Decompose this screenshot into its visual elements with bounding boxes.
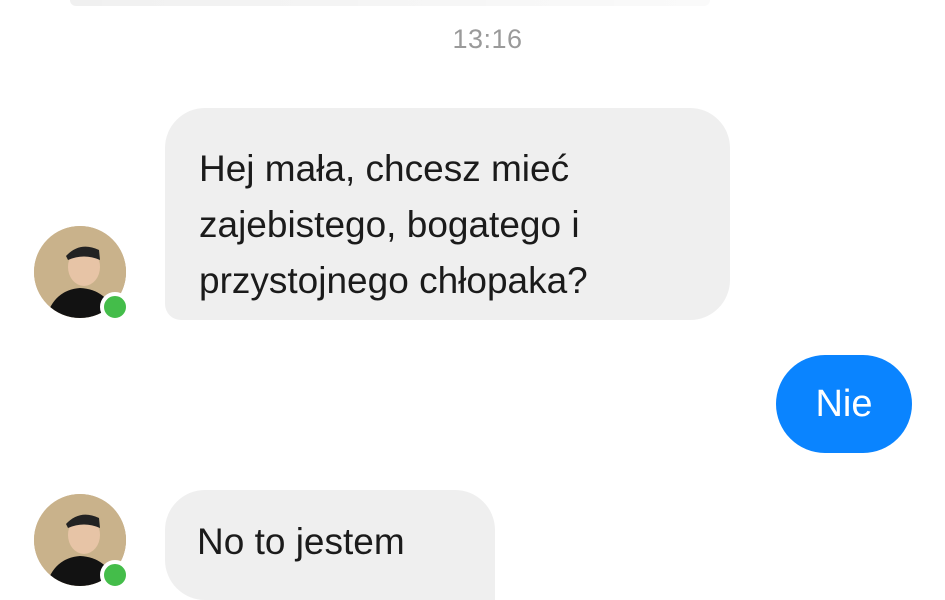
message-line: przystojnego chłopaka?: [199, 260, 588, 301]
online-status-icon: [100, 560, 130, 590]
message-line: Hej mała, chcesz mieć: [199, 148, 570, 189]
incoming-message-bubble[interactable]: Hej mała, chcesz mieć zajebistego, bogat…: [165, 108, 730, 320]
online-status-icon: [100, 292, 130, 322]
incoming-message-bubble[interactable]: No to jestem: [165, 490, 495, 600]
message-line: zajebistego, bogatego i: [199, 204, 580, 245]
previous-message-fragment: [70, 0, 710, 6]
message-timestamp: 13:16: [452, 24, 523, 54]
outgoing-message-bubble[interactable]: Nie: [776, 355, 912, 453]
